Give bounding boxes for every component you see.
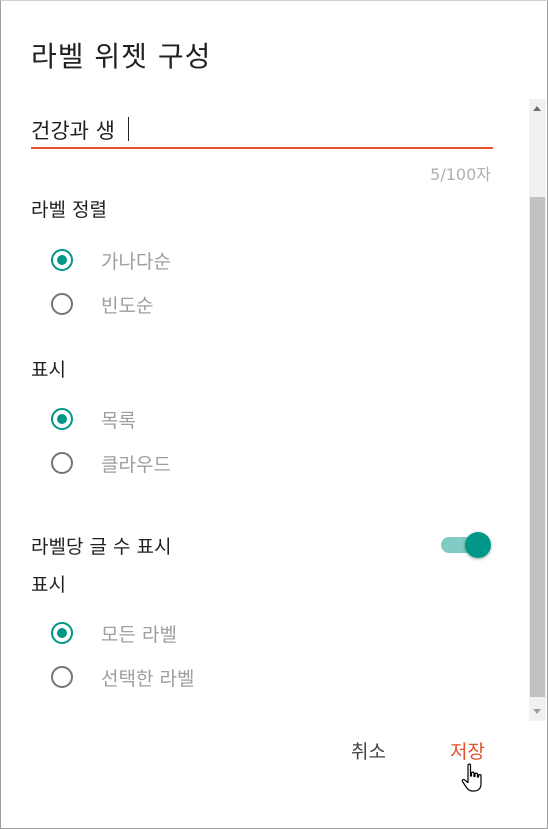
- radio-unchecked-icon: [51, 293, 73, 315]
- radio-sort-frequency[interactable]: [51, 291, 77, 317]
- toggle-thumb: [465, 532, 491, 558]
- radio-checked-icon: [51, 408, 73, 430]
- text-caret: [128, 117, 129, 141]
- radio-checked-icon: [51, 622, 73, 644]
- radio-label-display-list[interactable]: 목록: [101, 406, 136, 433]
- vertical-scrollbar[interactable]: [529, 99, 546, 721]
- dialog-title: 라벨 위젯 구성: [31, 40, 212, 73]
- radio-display-cloud[interactable]: [51, 450, 77, 476]
- display-section-label: 표시: [31, 359, 66, 381]
- show-count-label: 라벨당 글 수 표시: [31, 536, 172, 558]
- cancel-button[interactable]: 취소: [351, 737, 386, 764]
- configure-label-widget-dialog: 라벨 위젯 구성 5/100자 라벨 정렬 가나다순 빈도순 표시 목록 클라우…: [0, 0, 548, 829]
- save-button[interactable]: 저장: [450, 737, 485, 764]
- show-count-toggle[interactable]: [441, 530, 493, 560]
- hand-pointer-cursor-icon: [461, 763, 482, 792]
- scrollbar-thumb[interactable]: [530, 197, 545, 697]
- radio-unchecked-icon: [51, 452, 73, 474]
- sort-section-label: 라벨 정렬: [31, 199, 107, 221]
- character-counter: 5/100자: [430, 165, 491, 184]
- show-section-label: 표시: [31, 574, 66, 596]
- scroll-down-arrow-icon[interactable]: [533, 709, 541, 714]
- radio-label-sort-alphabetical[interactable]: 가나다순: [101, 247, 171, 274]
- radio-sort-alphabetical[interactable]: [51, 247, 77, 273]
- radio-show-selected-labels[interactable]: [51, 664, 77, 690]
- radio-checked-icon: [51, 249, 73, 271]
- radio-label-sort-frequency[interactable]: 빈도순: [101, 291, 153, 318]
- radio-unchecked-icon: [51, 666, 73, 688]
- dialog-scroll-area[interactable]: 5/100자 라벨 정렬 가나다순 빈도순 표시 목록 클라우드 라벨당 글 수…: [1, 99, 547, 721]
- radio-show-all-labels[interactable]: [51, 620, 77, 646]
- radio-label-display-cloud[interactable]: 클라우드: [101, 450, 171, 477]
- scroll-up-arrow-icon[interactable]: [533, 106, 541, 111]
- radio-label-show-selected-labels[interactable]: 선택한 라벨: [101, 664, 194, 691]
- radio-display-list[interactable]: [51, 406, 77, 432]
- title-input[interactable]: [31, 113, 493, 149]
- radio-label-show-all-labels[interactable]: 모든 라벨: [101, 620, 177, 647]
